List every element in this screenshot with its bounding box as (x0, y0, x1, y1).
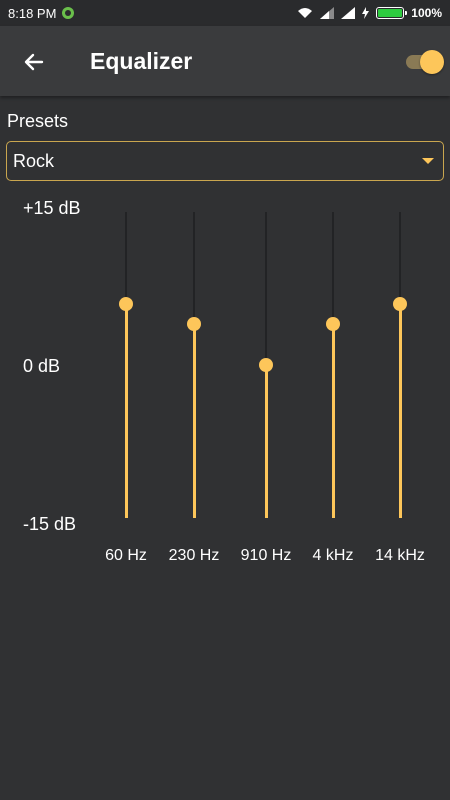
battery-level (378, 9, 403, 17)
slider-fill (192, 324, 196, 518)
battery-percent: 100% (411, 6, 442, 20)
slider-thumb[interactable] (187, 317, 201, 332)
slider-fill (398, 303, 402, 518)
slider-thumb[interactable] (259, 358, 273, 372)
page-title: Equalizer (90, 48, 193, 74)
preset-dropdown[interactable]: Rock (6, 141, 444, 181)
slider-thumb[interactable] (393, 296, 407, 311)
equalizer-toggle[interactable] (404, 48, 444, 74)
status-icons: 100% (297, 0, 442, 26)
band-label-14khz: 14 kHz (375, 547, 425, 564)
signal-icon (341, 7, 356, 19)
db-mid-label: 0 dB (23, 356, 61, 376)
db-max-label: +15 dB (23, 198, 81, 218)
presets-label: Presets (7, 111, 69, 131)
notification-app-icon (62, 7, 75, 19)
dropdown-arrow-icon (422, 158, 434, 164)
band-slider-230hz[interactable] (184, 212, 204, 518)
arrow-left-icon (24, 53, 44, 71)
band-slider-4khz[interactable] (323, 212, 343, 518)
band-slider-910hz[interactable] (256, 212, 276, 518)
slider-fill (124, 303, 128, 518)
band-slider-14khz[interactable] (390, 212, 410, 518)
band-label-230hz: 230 Hz (168, 547, 220, 564)
db-min-label: -15 dB (23, 514, 77, 534)
slider-thumb[interactable] (326, 317, 340, 332)
app-bar: Equalizer (0, 26, 450, 96)
slider-fill (331, 324, 335, 518)
charge-icon (362, 7, 370, 19)
preset-selected-value: Rock (13, 151, 55, 171)
slider-thumb[interactable] (119, 296, 133, 311)
signal-icon (320, 7, 335, 19)
band-slider-60hz[interactable] (116, 212, 136, 518)
status-bar: 8:18 PM 100% (0, 0, 450, 26)
wifi-icon (297, 7, 313, 19)
slider-fill (264, 365, 268, 518)
back-button[interactable] (18, 46, 50, 78)
toggle-thumb (420, 50, 444, 74)
status-time: 8:18 PM (8, 5, 57, 21)
battery-icon (376, 7, 408, 19)
